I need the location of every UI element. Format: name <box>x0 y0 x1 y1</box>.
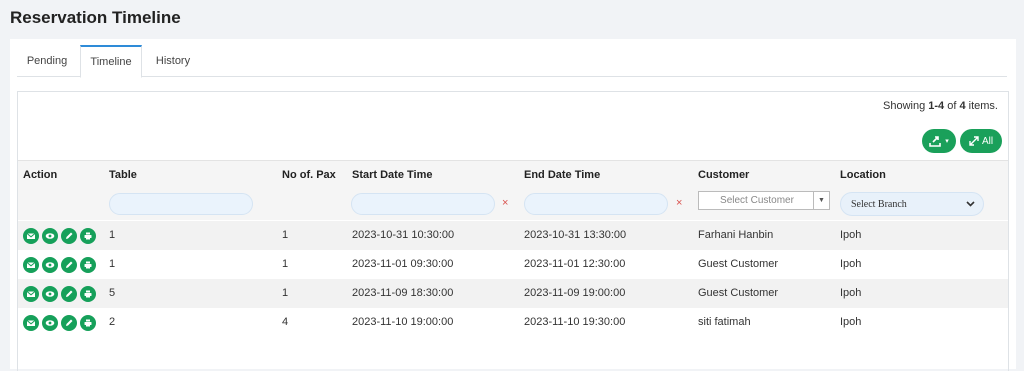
start-filter-input[interactable] <box>351 193 495 215</box>
summary-text: Showing 1-4 of 4 items. <box>883 100 998 112</box>
cell-table: 1 <box>109 229 116 241</box>
customer-select[interactable]: Select Customer ▼ <box>698 191 830 210</box>
edit-icon <box>64 289 74 299</box>
view-button[interactable] <box>42 228 58 244</box>
table-row: 2 4 2023-11-10 19:00:00 2023-11-10 19:30… <box>18 308 1008 337</box>
print-icon <box>83 289 93 299</box>
email-icon <box>26 289 36 299</box>
cell-pax: 4 <box>282 316 289 328</box>
row-actions <box>23 257 96 273</box>
edit-icon <box>64 231 74 241</box>
col-start[interactable]: Start Date Time <box>352 169 433 181</box>
email-button[interactable] <box>23 315 39 331</box>
cell-start: 2023-11-01 09:30:00 <box>352 258 454 270</box>
cell-customer: Guest Customer <box>698 287 779 299</box>
cell-location: Ipoh <box>840 287 862 299</box>
cell-customer: Farhani Hanbin <box>698 229 774 241</box>
table-filter-input[interactable] <box>109 193 253 215</box>
chevron-down-icon: ▼ <box>813 192 829 209</box>
edit-button[interactable] <box>61 286 77 302</box>
tab-history[interactable]: History <box>145 45 201 77</box>
edit-button[interactable] <box>61 257 77 273</box>
table-row: 5 1 2023-11-09 18:30:00 2023-11-09 19:00… <box>18 279 1008 308</box>
view-button[interactable] <box>42 286 58 302</box>
view-icon <box>45 289 55 299</box>
print-icon <box>83 260 93 270</box>
cell-end: 2023-11-09 19:00:00 <box>524 287 626 299</box>
print-button[interactable] <box>80 315 96 331</box>
row-actions <box>23 228 96 244</box>
cell-start: 2023-11-10 19:00:00 <box>352 316 454 328</box>
print-button[interactable] <box>80 228 96 244</box>
col-end[interactable]: End Date Time <box>524 169 600 181</box>
page-title: Reservation Timeline <box>10 8 181 27</box>
email-button[interactable] <box>23 286 39 302</box>
cell-end: 2023-10-31 13:30:00 <box>524 229 627 241</box>
view-icon <box>45 231 55 241</box>
cell-location: Ipoh <box>840 229 862 241</box>
clear-end-icon[interactable]: × <box>676 197 682 209</box>
row-actions <box>23 315 96 331</box>
cell-pax: 1 <box>282 287 289 299</box>
view-icon <box>45 260 55 270</box>
email-icon <box>26 260 36 270</box>
table-row: 1 1 2023-11-01 09:30:00 2023-11-01 12:30… <box>18 250 1008 279</box>
print-button[interactable] <box>80 257 96 273</box>
tab-pending[interactable]: Pending <box>17 45 77 77</box>
tab-bar: Pending Timeline History <box>17 45 1007 78</box>
branch-select-placeholder: Select Branch <box>851 199 907 210</box>
print-button[interactable] <box>80 286 96 302</box>
col-customer[interactable]: Customer <box>698 169 749 181</box>
email-button[interactable] <box>23 228 39 244</box>
view-icon <box>45 318 55 328</box>
cell-location: Ipoh <box>840 316 862 328</box>
reservation-grid: Showing 1-4 of 4 items. ▾ All Action Tab… <box>17 91 1009 371</box>
view-button[interactable] <box>42 315 58 331</box>
col-action: Action <box>23 169 58 181</box>
email-icon <box>26 318 36 328</box>
cell-table: 2 <box>109 316 116 328</box>
email-button[interactable] <box>23 257 39 273</box>
cell-customer: Guest Customer <box>698 258 779 270</box>
view-button[interactable] <box>42 257 58 273</box>
cell-pax: 1 <box>282 229 289 241</box>
cell-start: 2023-11-09 18:30:00 <box>352 287 454 299</box>
chevron-down-icon <box>966 196 975 211</box>
cell-start: 2023-10-31 10:30:00 <box>352 229 455 241</box>
branch-select[interactable]: Select Branch <box>840 192 984 216</box>
expand-icon <box>969 136 979 146</box>
end-filter-input[interactable] <box>524 193 668 215</box>
table-row: 1 1 2023-10-31 10:30:00 2023-10-31 13:30… <box>18 221 1008 250</box>
show-all-button[interactable]: All <box>960 129 1002 153</box>
col-table[interactable]: Table <box>109 169 137 181</box>
edit-button[interactable] <box>61 228 77 244</box>
col-location[interactable]: Location <box>840 169 886 181</box>
cell-end: 2023-11-01 12:30:00 <box>524 258 626 270</box>
tab-timeline[interactable]: Timeline <box>80 45 142 78</box>
table-header: Action Table No of. Pax Start Date Time … <box>18 160 1008 220</box>
content-card: Pending Timeline History Showing 1-4 of … <box>10 39 1016 371</box>
cell-customer: siti fatimah <box>698 316 751 328</box>
customer-select-placeholder: Select Customer <box>720 195 794 206</box>
cell-location: Ipoh <box>840 258 862 270</box>
export-icon: ▾ <box>929 135 949 147</box>
email-icon <box>26 231 36 241</box>
col-pax[interactable]: No of. Pax <box>282 169 336 181</box>
cell-end: 2023-11-10 19:30:00 <box>524 316 626 328</box>
export-button[interactable]: ▾ <box>922 129 956 153</box>
row-actions <box>23 286 96 302</box>
print-icon <box>83 318 93 328</box>
cell-table: 1 <box>109 258 116 270</box>
edit-icon <box>64 260 74 270</box>
cell-pax: 1 <box>282 258 289 270</box>
print-icon <box>83 231 93 241</box>
show-all-label: All <box>981 135 994 147</box>
cell-table: 5 <box>109 287 116 299</box>
edit-icon <box>64 318 74 328</box>
edit-button[interactable] <box>61 315 77 331</box>
clear-start-icon[interactable]: × <box>502 197 508 209</box>
